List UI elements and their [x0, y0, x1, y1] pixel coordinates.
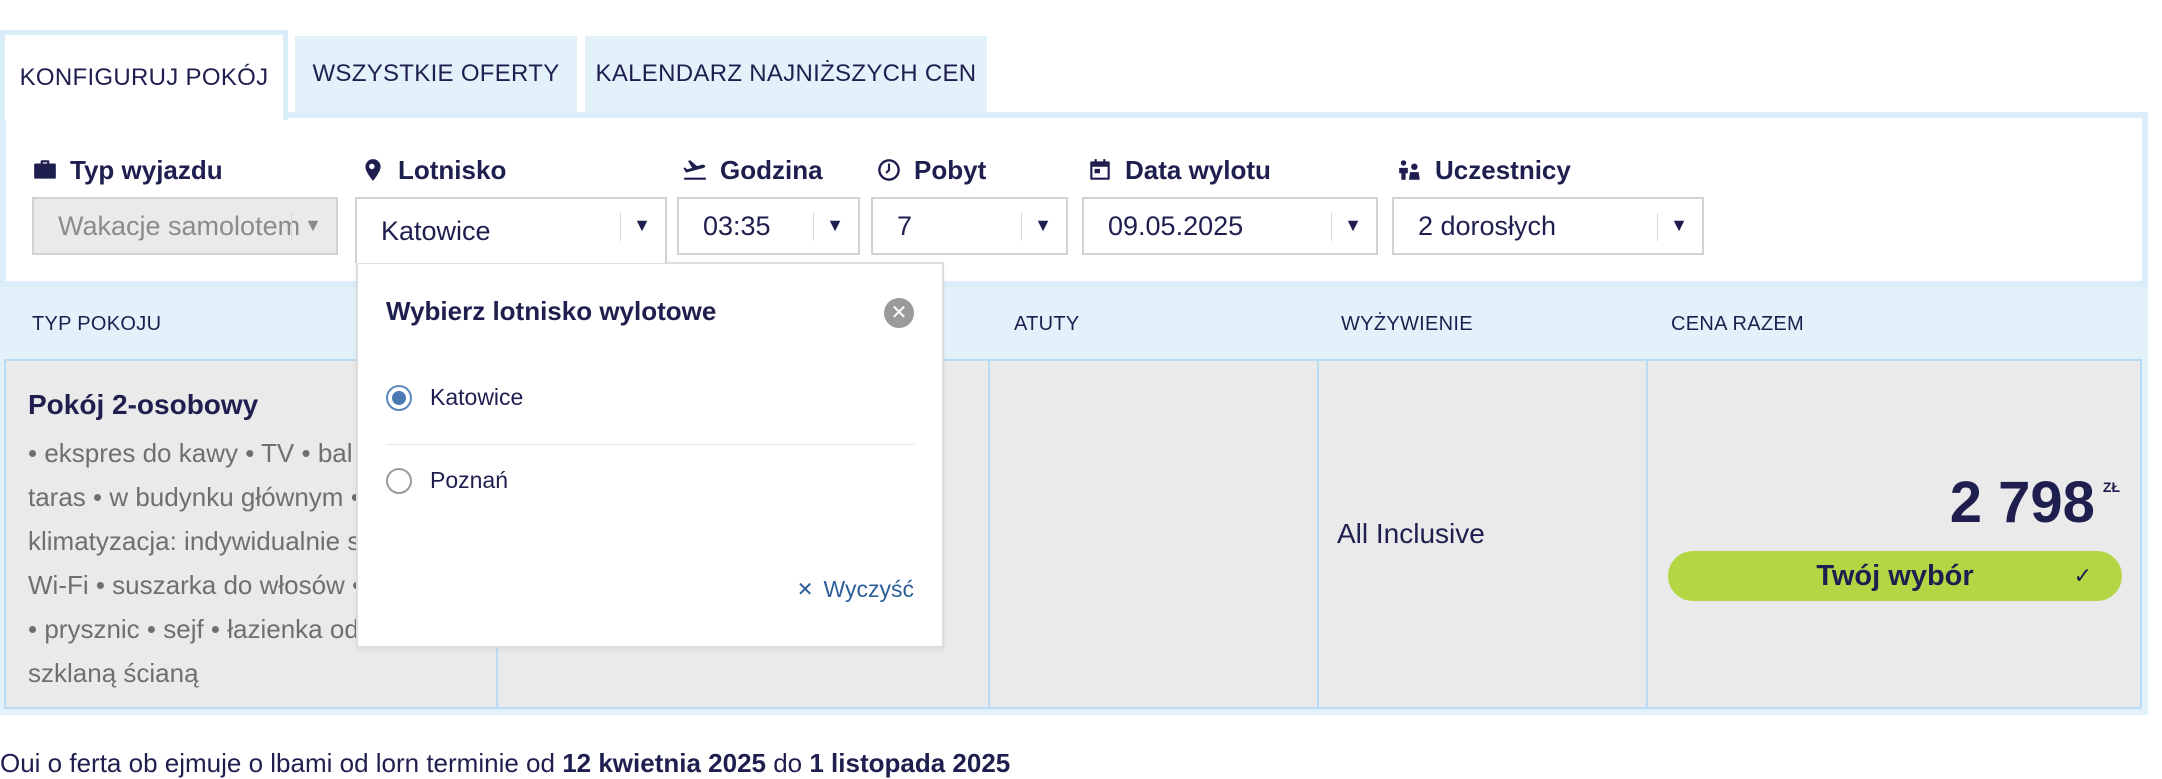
- stay-label: Pobyt: [914, 154, 987, 185]
- airport-select[interactable]: Katowice ▼: [355, 197, 667, 263]
- caret-down-icon[interactable]: ▼: [826, 215, 844, 236]
- participants-label: Uczestnicy: [1435, 154, 1571, 185]
- people-icon: [1399, 160, 1420, 180]
- tab-label: WSZYSTKIE OFERTY: [312, 60, 560, 87]
- departure-date-select[interactable]: 09.05.2025 ▼: [1082, 197, 1378, 255]
- your-choice-button[interactable]: Twój wybór ✓: [1668, 551, 2122, 601]
- caret-down-icon[interactable]: ▼: [1670, 215, 1688, 236]
- time-value: 03:35: [703, 210, 771, 241]
- time-field: Godzina: [682, 152, 823, 188]
- date-label: Data wylotu: [1125, 154, 1271, 185]
- column-header-meals: WYŻYWIENIE: [1341, 313, 1473, 335]
- briefcase-icon: [34, 160, 56, 179]
- trip-type-select: Wakacje samolotem ▼: [32, 197, 338, 255]
- airport-option-label: Katowice: [430, 384, 524, 410]
- select-separator: [1331, 213, 1332, 241]
- stay-label-row: Pobyt: [876, 152, 986, 188]
- meals-cell: All Inclusive: [1317, 359, 1648, 709]
- time-select[interactable]: 03:35 ▼: [677, 197, 860, 255]
- trip-type-label: Typ wyjazdu: [70, 154, 223, 185]
- participants-value: 2 dorosłych: [1418, 210, 1557, 241]
- room-title: Pokój 2-osobowy: [28, 389, 259, 420]
- airport-option-poznan[interactable]: Poznań: [386, 467, 508, 494]
- clear-button[interactable]: ✕ Wyczyść: [797, 576, 914, 603]
- participants-field: Uczestnicy: [1397, 152, 1571, 188]
- calendar-icon: [1090, 159, 1110, 180]
- stay-value: 7: [897, 210, 913, 241]
- airport-label: Lotnisko: [398, 154, 507, 185]
- time-label: Godzina: [720, 154, 823, 185]
- currency-label: ZŁ: [2102, 479, 2120, 495]
- airport-label-row: Lotnisko: [360, 152, 506, 188]
- tab-label: KONFIGURUJ POKÓJ: [19, 63, 269, 91]
- caret-down-icon[interactable]: ▼: [633, 215, 651, 236]
- trip-type-label-row: Typ wyjazdu: [32, 152, 223, 188]
- price-cell: 2 798 ZŁ Twój wybór ✓: [1646, 359, 2142, 709]
- tab-configure-room[interactable]: KONFIGURUJ POKÓJ: [0, 30, 288, 120]
- stay-select[interactable]: 7 ▼: [871, 197, 1068, 255]
- note-prefix: Oui o ferta ob ejmuje o lbami od lorn te…: [0, 748, 563, 778]
- caret-down-icon: ▼: [304, 215, 322, 235]
- meal-plan: All Inclusive: [1337, 518, 1485, 549]
- offer-validity-note: Oui o ferta ob ejmuje o lbami od lorn te…: [0, 748, 1010, 779]
- airport-option-katowice[interactable]: Katowice: [386, 384, 523, 411]
- caret-down-icon[interactable]: ▼: [1034, 215, 1052, 236]
- stay-field: Pobyt: [876, 152, 986, 188]
- clock-icon: [878, 159, 900, 181]
- airport-field: Lotnisko: [360, 152, 506, 188]
- close-icon[interactable]: ✕: [884, 298, 914, 328]
- radio-unchecked-icon[interactable]: [386, 467, 412, 494]
- note-mid: do: [766, 748, 810, 778]
- column-header-total-price: CENA RAZEM: [1671, 313, 1805, 335]
- date-label-row: Data wylotu: [1087, 152, 1271, 188]
- tab-lowest-price-calendar[interactable]: KALENDARZ NAJNIŻSZYCH CEN: [585, 36, 987, 112]
- close-x-icon: ✕: [796, 579, 814, 601]
- airport-dropdown: Wybierz lotnisko wylotowe ✕ Katowice Poz…: [356, 262, 944, 648]
- table-header: TYP POKOJU ATUTY WYŻYWIENIE CENA RAZEM: [0, 287, 2148, 355]
- select-separator: [291, 213, 292, 241]
- column-header-room-type: TYP POKOJU: [32, 313, 162, 335]
- total-price: 2 798 ZŁ: [1950, 469, 2120, 536]
- date-field: Data wylotu: [1087, 152, 1271, 188]
- participants-select[interactable]: 2 dorosłych ▼: [1392, 197, 1704, 255]
- radio-checked-icon[interactable]: [386, 384, 412, 411]
- participants-label-row: Uczestnicy: [1397, 152, 1571, 188]
- dropdown-title: Wybierz lotnisko wylotowe: [386, 296, 717, 326]
- option-divider: [386, 444, 914, 445]
- features-cell: [988, 359, 1319, 709]
- tab-label: KALENDARZ NAJNIŻSZYCH CEN: [595, 60, 977, 87]
- trip-type-field: Typ wyjazdu: [32, 152, 223, 188]
- date-value: 09.05.2025: [1108, 210, 1244, 241]
- room-desc-line: szklaną ścianą: [28, 658, 199, 688]
- caret-down-icon[interactable]: ▼: [1344, 215, 1362, 236]
- map-pin-icon: [365, 159, 381, 181]
- check-icon: ✓: [2073, 563, 2092, 588]
- table-row: Pokój 2-osobowy • ekspres do kawy • TV •…: [0, 355, 2148, 715]
- select-separator: [1657, 213, 1658, 241]
- airport-option-label: Poznań: [430, 467, 509, 493]
- time-label-row: Godzina: [682, 152, 823, 188]
- tab-all-offers[interactable]: WSZYSTKIE OFERTY: [295, 36, 577, 112]
- choice-label: Twój wybór: [1816, 559, 1974, 592]
- select-separator: [813, 213, 814, 241]
- airport-value: Katowice: [381, 215, 491, 246]
- note-date-to: 1 listopada 2025: [809, 748, 1011, 778]
- clear-label: Wyczyść: [823, 576, 914, 602]
- room-configurator: Typ wyjazdu Wakacje samolotem ▼ Lotnisko…: [0, 112, 2148, 287]
- select-separator: [1021, 213, 1022, 241]
- plane-departure-icon: [683, 160, 706, 180]
- select-separator: [620, 213, 621, 241]
- trip-type-value: Wakacje samolotem: [58, 210, 301, 241]
- price-value: 2 798: [1949, 470, 2095, 535]
- column-header-features: ATUTY: [1014, 313, 1080, 335]
- note-date-from: 12 kwietnia 2025: [562, 748, 766, 778]
